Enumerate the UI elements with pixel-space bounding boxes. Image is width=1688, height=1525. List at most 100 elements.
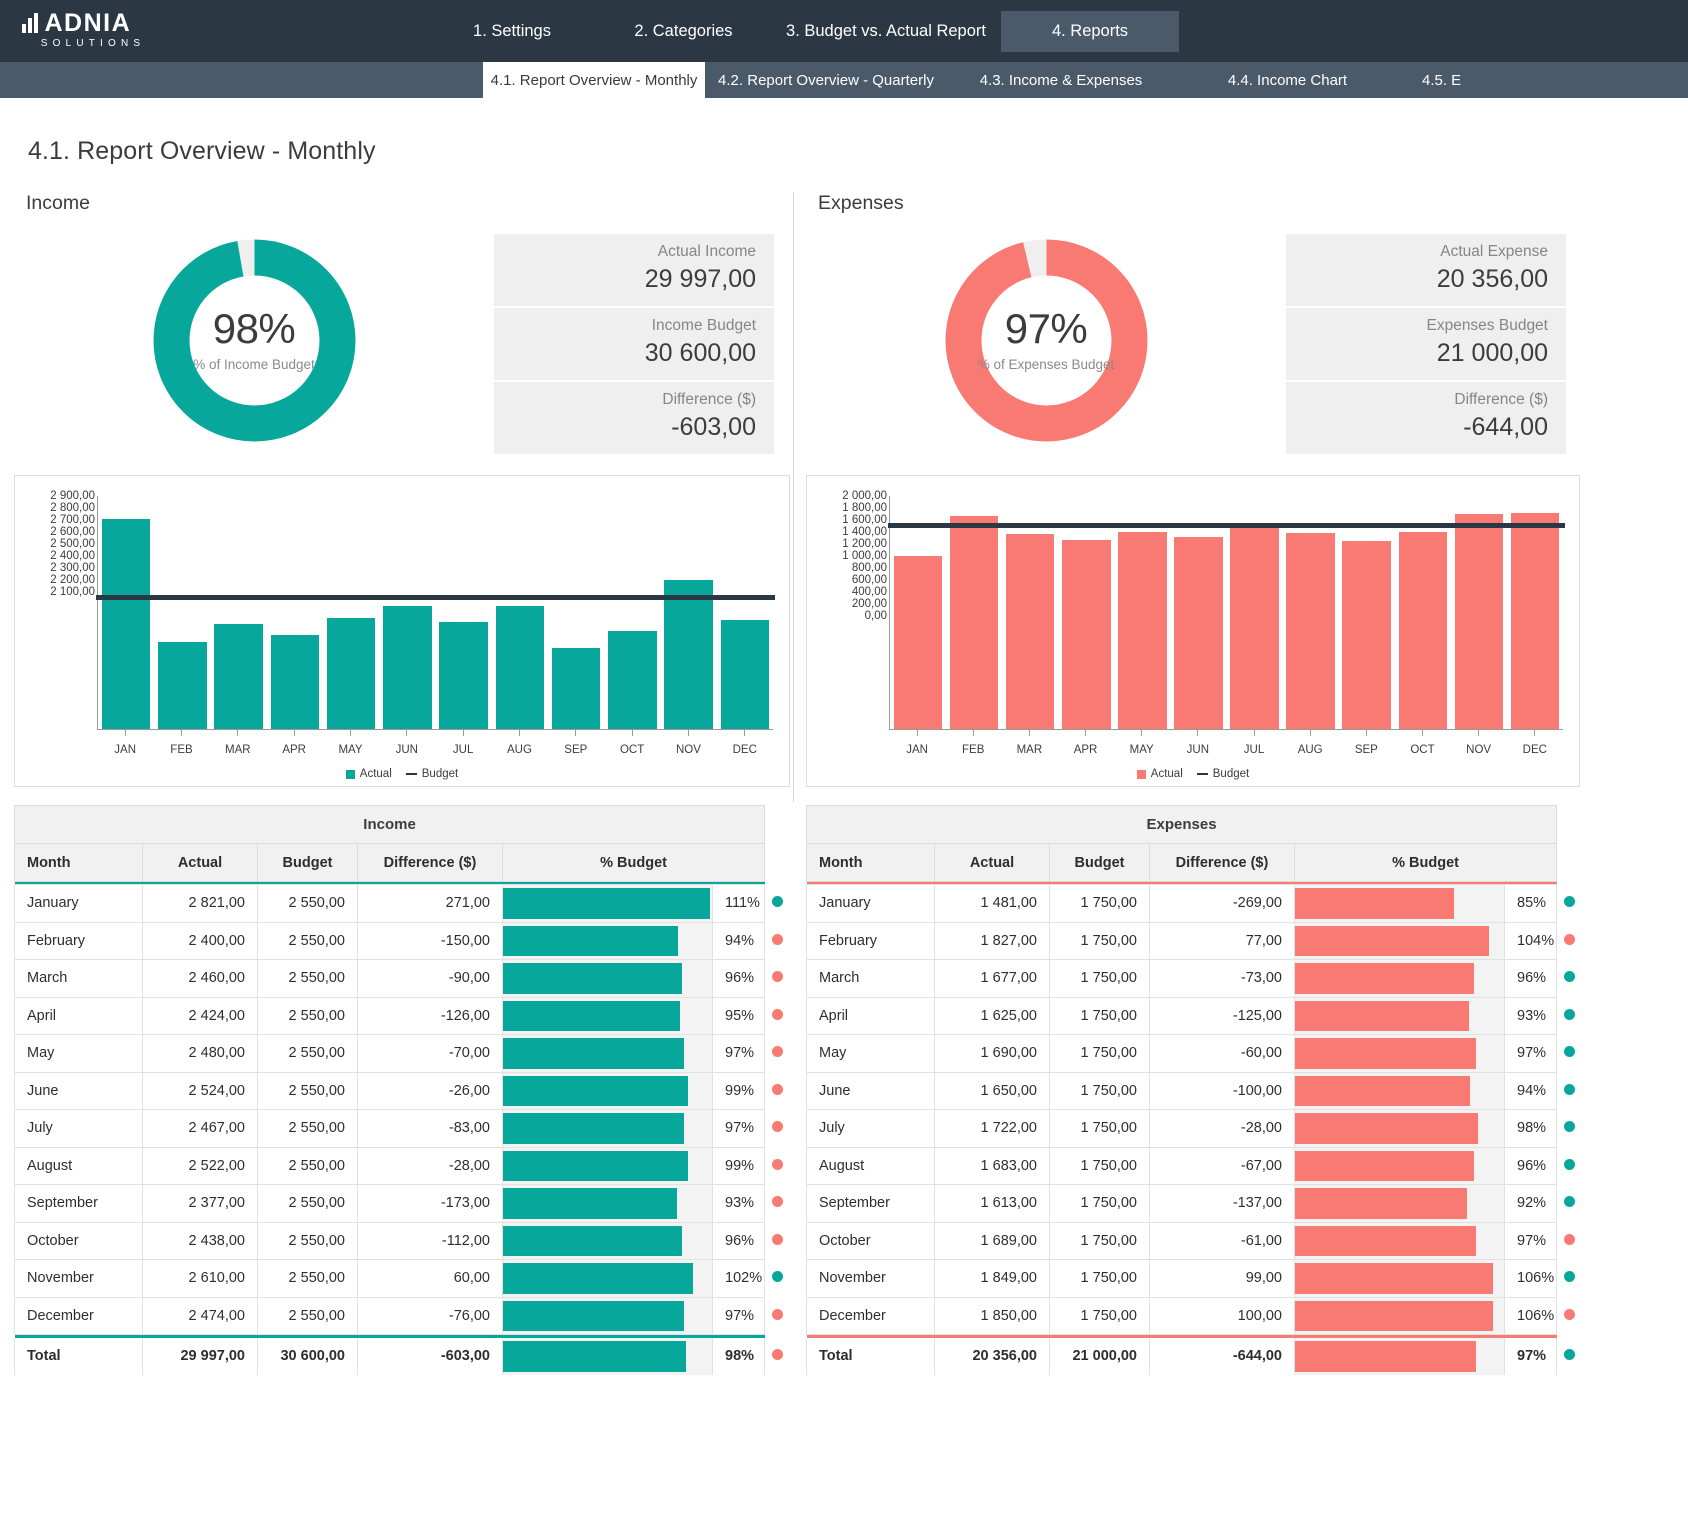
cell-budget: 2 550,00 xyxy=(258,1110,358,1148)
sub-tab-income-chart[interactable]: 4.4. Income Chart xyxy=(1175,62,1400,98)
cell-month: November xyxy=(807,1260,935,1298)
x-axis-tick-label: OCT xyxy=(1398,744,1447,756)
cell-actual: 2 460,00 xyxy=(143,960,258,998)
table-row: July2 467,002 550,00-83,0097% xyxy=(15,1110,790,1148)
income-chart-plot xyxy=(97,496,773,730)
y-axis-tick-label: 200,00 xyxy=(813,598,887,610)
sub-tab-report-overview-monthly[interactable]: 4.1. Report Overview - Monthly xyxy=(483,62,705,98)
chart-bar-group xyxy=(721,496,770,729)
expenses-chart-ticks xyxy=(889,730,1563,736)
legend-dash-icon xyxy=(406,773,417,776)
pct-budget-bar xyxy=(1295,1263,1493,1294)
expenses-bar-chart: 2 000,001 800,001 600,001 400,001 200,00… xyxy=(806,475,1580,787)
x-axis-tick-label: FEB xyxy=(157,744,206,756)
main-tab-reports[interactable]: 4. Reports xyxy=(1001,11,1179,52)
kpi-actual-expense-label: Actual Expense xyxy=(1286,243,1548,260)
income-header-difference: Difference ($) xyxy=(358,844,503,882)
page-title: 4.1. Report Overview - Monthly xyxy=(0,98,1688,166)
income-header-actual: Actual xyxy=(143,844,258,882)
cell-status xyxy=(765,1338,790,1376)
main-tab-categories[interactable]: 2. Categories xyxy=(596,11,771,52)
cell-month: April xyxy=(15,997,143,1035)
income-table-header-row: Month Actual Budget Difference ($) % Bud… xyxy=(15,844,790,882)
sub-tab-income-expenses[interactable]: 4.3. Income & Expenses xyxy=(947,62,1175,98)
table-row: February1 827,001 750,0077,00104% xyxy=(807,922,1582,960)
pct-budget-bar xyxy=(503,926,678,957)
legend-label-actual: Actual xyxy=(360,768,392,780)
logo-bars-icon xyxy=(22,13,38,33)
status-dot-icon xyxy=(772,1271,783,1282)
cell-pct-value: 99% xyxy=(713,1072,765,1110)
sub-tab-expenses-chart[interactable]: 4.5. E xyxy=(1400,62,1520,98)
expenses-table-body: January1 481,001 750,00-269,0085%Februar… xyxy=(807,885,1582,1376)
x-axis-tick-label: DEC xyxy=(720,744,769,756)
table-total-row: Total20 356,0021 000,00-644,0097% xyxy=(807,1338,1582,1376)
x-axis-tick-label: JUL xyxy=(439,744,488,756)
chart-bar-group xyxy=(158,496,207,729)
pct-budget-bar xyxy=(503,963,682,994)
cell-pct-value: 94% xyxy=(713,922,765,960)
x-axis-tick-label: JUL xyxy=(1230,744,1279,756)
income-chart-ticks xyxy=(97,730,773,736)
cell-pct-bar xyxy=(503,1260,713,1298)
chart-budget-marker xyxy=(944,523,1004,528)
cell-pct-value: 96% xyxy=(713,1222,765,1260)
cell-difference: 99,00 xyxy=(1150,1260,1295,1298)
cell-budget: 1 750,00 xyxy=(1050,1035,1150,1073)
kpi-income-budget: Income Budget 30 600,00 xyxy=(494,308,774,382)
chart-bar-group xyxy=(1174,496,1222,729)
x-axis-tick-label: DEC xyxy=(1511,744,1560,756)
y-axis-tick-label: 2 800,00 xyxy=(21,502,95,514)
cell-difference: -28,00 xyxy=(1150,1110,1295,1148)
cell-pct-value: 85% xyxy=(1505,885,1557,923)
cell-budget: 1 750,00 xyxy=(1050,1147,1150,1185)
y-axis-tick-label: 800,00 xyxy=(813,562,887,574)
kpi-expenses-difference-value: -644,00 xyxy=(1286,414,1548,442)
main-tab-budget-vs-actual[interactable]: 3. Budget vs. Actual Report xyxy=(771,11,1001,52)
cell-month: April xyxy=(807,997,935,1035)
cell-budget: 2 550,00 xyxy=(258,1035,358,1073)
expenses-donut-chart: 97% % of Expenses Budget xyxy=(945,239,1148,442)
cell-budget: 2 550,00 xyxy=(258,885,358,923)
chart-bar-group xyxy=(1399,496,1447,729)
income-column: Income 98% % of Income Budget Actual Inc… xyxy=(0,192,790,1375)
expenses-section-title: Expenses xyxy=(806,192,1580,215)
sub-tab-report-overview-quarterly[interactable]: 4.2. Report Overview - Quarterly xyxy=(705,62,947,98)
kpi-income-budget-value: 30 600,00 xyxy=(494,340,756,368)
cell-month: December xyxy=(807,1297,935,1335)
x-axis-tick-label: AUG xyxy=(1286,744,1335,756)
cell-actual: 2 377,00 xyxy=(143,1185,258,1223)
cell-budget: 1 750,00 xyxy=(1050,1297,1150,1335)
y-axis-tick-label: 400,00 xyxy=(813,586,887,598)
cell-actual: 2 821,00 xyxy=(143,885,258,923)
cell-actual: 1 690,00 xyxy=(935,1035,1050,1073)
cell-month: January xyxy=(15,885,143,923)
pct-budget-bar xyxy=(1295,1076,1470,1107)
x-axis-tick xyxy=(1422,730,1423,736)
dashboard-body: Income 98% % of Income Budget Actual Inc… xyxy=(0,192,1688,1375)
chart-bar-group xyxy=(327,496,376,729)
cell-pct-value: 97% xyxy=(1505,1035,1557,1073)
cell-difference: -137,00 xyxy=(1150,1185,1295,1223)
chart-bar-actual xyxy=(1006,534,1054,729)
cell-budget: 2 550,00 xyxy=(258,1260,358,1298)
cell-pct-value: 93% xyxy=(713,1185,765,1223)
expenses-summary-panel: 97% % of Expenses Budget Actual Expense … xyxy=(806,229,1580,469)
cell-budget: 30 600,00 xyxy=(258,1338,358,1376)
chart-budget-marker xyxy=(209,595,269,600)
chart-bar-actual xyxy=(327,618,376,729)
x-axis-tick xyxy=(688,730,689,736)
legend-item-budget: Budget xyxy=(406,768,458,780)
y-axis-tick-label: 2 400,00 xyxy=(21,550,95,562)
chart-bar-actual xyxy=(1286,533,1334,729)
cell-difference: -26,00 xyxy=(358,1072,503,1110)
kpi-actual-income-label: Actual Income xyxy=(494,243,756,260)
cell-status xyxy=(1557,1185,1582,1223)
cell-budget: 2 550,00 xyxy=(258,1222,358,1260)
x-axis-tick xyxy=(1029,730,1030,736)
table-row: March1 677,001 750,00-73,0096% xyxy=(807,960,1582,998)
main-tab-settings[interactable]: 1. Settings xyxy=(428,11,596,52)
kpi-income-budget-label: Income Budget xyxy=(494,317,756,334)
cell-status xyxy=(1557,1338,1582,1376)
x-axis-tick xyxy=(125,730,126,736)
